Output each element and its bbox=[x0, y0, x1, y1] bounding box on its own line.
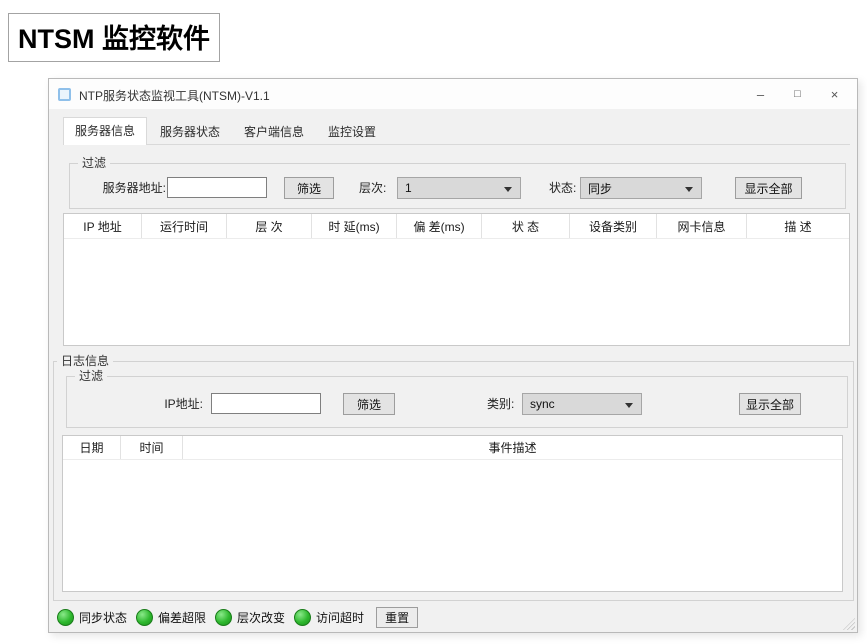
col-stratum[interactable]: 层 次 bbox=[227, 214, 312, 238]
col-nic-info[interactable]: 网卡信息 bbox=[657, 214, 747, 238]
server-table-header: IP 地址 运行时间 层 次 时 延(ms) 偏 差(ms) 状 态 设备类别 … bbox=[64, 214, 849, 239]
col-uptime[interactable]: 运行时间 bbox=[142, 214, 227, 238]
server-filter-group-label: 过滤 bbox=[78, 156, 110, 171]
tab-monitor-settings[interactable]: 监控设置 bbox=[317, 119, 387, 145]
reset-button[interactable]: 重置 bbox=[376, 607, 418, 628]
col-device-type[interactable]: 设备类别 bbox=[570, 214, 657, 238]
tab-server-status[interactable]: 服务器状态 bbox=[149, 119, 231, 145]
server-show-all-button[interactable]: 显示全部 bbox=[735, 177, 802, 199]
indicator-label: 层次改变 bbox=[237, 609, 285, 626]
log-info-group: 日志信息 过滤 IP地址: 筛选 类别: sync 显示全部 日期 时间 事件描… bbox=[53, 361, 854, 601]
col-description[interactable]: 描 述 bbox=[747, 214, 849, 238]
window-title: NTP服务状态监视工具(NTSM)-V1.1 bbox=[79, 87, 270, 104]
indicator-access-timeout: 访问超时 bbox=[294, 609, 364, 626]
tab-strip: 服务器信息 服务器状态 客户端信息 监控设置 bbox=[63, 121, 389, 145]
col-date[interactable]: 日期 bbox=[63, 436, 121, 459]
stratum-changed-led-icon bbox=[215, 609, 232, 626]
indicator-offset-exceeded: 偏差超限 bbox=[136, 609, 206, 626]
stratum-label: 层次: bbox=[359, 177, 386, 199]
log-show-all-button[interactable]: 显示全部 bbox=[739, 393, 801, 415]
log-filter-button[interactable]: 筛选 bbox=[343, 393, 395, 415]
app-icon bbox=[58, 88, 71, 101]
server-address-input[interactable] bbox=[167, 177, 267, 198]
log-table-header: 日期 时间 事件描述 bbox=[63, 436, 842, 460]
page-heading: NTSM 监控软件 bbox=[8, 13, 220, 62]
category-select[interactable]: sync bbox=[522, 393, 642, 415]
title-bar[interactable]: NTP服务状态监视工具(NTSM)-V1.1 – □ × bbox=[49, 79, 857, 109]
indicator-label: 偏差超限 bbox=[158, 609, 206, 626]
status-select-value: 同步 bbox=[588, 180, 612, 197]
log-info-group-label: 日志信息 bbox=[57, 354, 113, 369]
offset-exceeded-led-icon bbox=[136, 609, 153, 626]
server-address-label: 服务器地址: bbox=[100, 177, 166, 199]
resize-grip[interactable] bbox=[843, 618, 855, 630]
tab-server-info[interactable]: 服务器信息 bbox=[63, 117, 147, 145]
stratum-select-value: 1 bbox=[405, 181, 412, 195]
server-table: IP 地址 运行时间 层 次 时 延(ms) 偏 差(ms) 状 态 设备类别 … bbox=[63, 213, 850, 346]
window-controls: – □ × bbox=[742, 79, 853, 109]
log-table: 日期 时间 事件描述 bbox=[62, 435, 843, 592]
status-bar: 同步状态 偏差超限 层次改变 访问超时 重置 bbox=[57, 606, 418, 628]
col-delay[interactable]: 时 延(ms) bbox=[312, 214, 397, 238]
col-event-description[interactable]: 事件描述 bbox=[183, 436, 842, 459]
stratum-select[interactable]: 1 bbox=[397, 177, 521, 199]
col-ip-address[interactable]: IP 地址 bbox=[64, 214, 142, 238]
log-ip-label: IP地址: bbox=[137, 393, 203, 415]
minimize-icon[interactable]: – bbox=[742, 79, 779, 109]
sync-status-led-icon bbox=[57, 609, 74, 626]
log-filter-group-label: 过滤 bbox=[75, 369, 107, 384]
category-label: 类别: bbox=[487, 393, 514, 415]
col-offset[interactable]: 偏 差(ms) bbox=[397, 214, 482, 238]
category-select-value: sync bbox=[530, 397, 555, 411]
server-filter-group: 过滤 服务器地址: 筛选 层次: 1 状态: 同步 显示全部 bbox=[69, 163, 846, 209]
status-select[interactable]: 同步 bbox=[580, 177, 702, 199]
access-timeout-led-icon bbox=[294, 609, 311, 626]
server-filter-button[interactable]: 筛选 bbox=[284, 177, 334, 199]
indicator-sync-status: 同步状态 bbox=[57, 609, 127, 626]
col-status[interactable]: 状 态 bbox=[482, 214, 570, 238]
col-time[interactable]: 时间 bbox=[121, 436, 183, 459]
tab-client-info[interactable]: 客户端信息 bbox=[233, 119, 315, 145]
close-icon[interactable]: × bbox=[816, 79, 853, 109]
log-filter-group: 过滤 IP地址: 筛选 类别: sync 显示全部 bbox=[66, 376, 848, 428]
log-ip-input[interactable] bbox=[211, 393, 321, 414]
indicator-label: 访问超时 bbox=[316, 609, 364, 626]
indicator-stratum-changed: 层次改变 bbox=[215, 609, 285, 626]
indicator-label: 同步状态 bbox=[79, 609, 127, 626]
maximize-icon[interactable]: □ bbox=[779, 79, 816, 109]
app-window: NTP服务状态监视工具(NTSM)-V1.1 – □ × 服务器信息 服务器状态… bbox=[48, 78, 858, 633]
status-label: 状态: bbox=[549, 177, 576, 199]
